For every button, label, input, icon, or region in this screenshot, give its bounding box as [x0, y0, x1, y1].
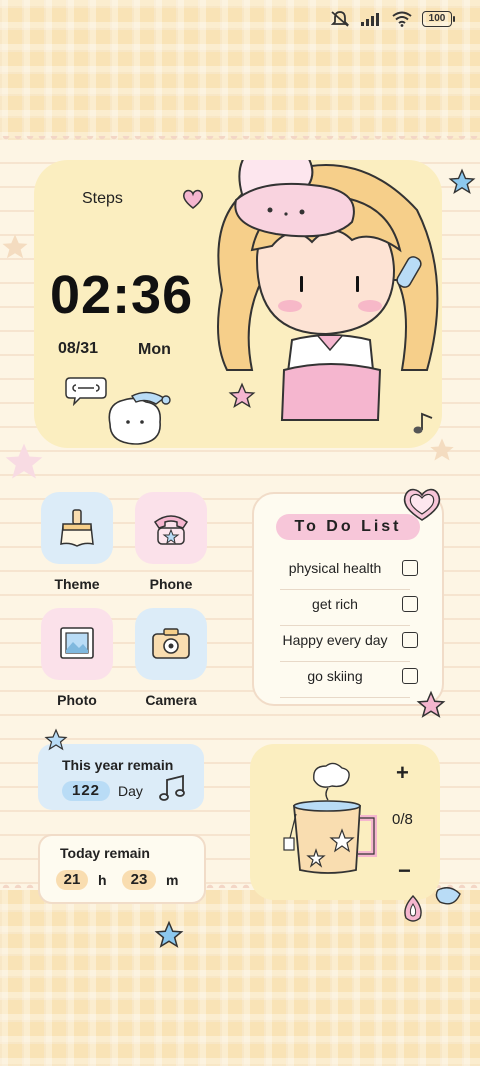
lace-border-top	[0, 136, 480, 144]
year-remain-value: 122	[62, 781, 110, 801]
steps-label: Steps	[82, 190, 123, 207]
app-camera-tile[interactable]	[135, 608, 207, 680]
year-remain-unit: Day	[118, 783, 143, 799]
faint-star-icon	[2, 234, 28, 259]
music-note-icon	[413, 412, 433, 434]
blue-star-icon	[44, 728, 68, 751]
todo-item[interactable]: Happy every day	[280, 626, 432, 662]
music-note-icon	[159, 774, 185, 801]
todo-item[interactable]: go skiing	[280, 662, 432, 698]
paintbrush-icon	[60, 509, 94, 547]
app-theme-label: Theme	[54, 576, 100, 592]
blue-hairclip-icon	[435, 887, 461, 905]
app-photo-tile[interactable]	[41, 608, 113, 680]
today-remain-minutes: 23	[122, 870, 156, 890]
app-phone-tile[interactable]	[135, 492, 207, 564]
clock-weekday: Mon	[138, 341, 171, 358]
app-photo[interactable]: Photo	[41, 608, 113, 708]
water-add-button[interactable]: +	[396, 760, 409, 786]
water-tracker-widget[interactable]: + 0/8 −	[250, 744, 440, 900]
water-subtract-button[interactable]: −	[398, 858, 411, 884]
year-remain-title: This year remain	[62, 757, 174, 773]
year-remain-widget[interactable]: This year remain 122 Day	[38, 744, 204, 810]
todo-item-text: physical health	[288, 560, 382, 576]
faint-star-icon	[5, 443, 43, 479]
water-count: 0/8	[392, 811, 413, 828]
app-photo-label: Photo	[57, 692, 97, 708]
pink-hairclip-icon	[404, 894, 422, 922]
blue-star-icon	[154, 920, 184, 948]
todo-checkbox[interactable]	[402, 596, 418, 612]
signal-icon	[361, 13, 379, 26]
app-theme[interactable]: Theme	[41, 492, 113, 592]
app-camera[interactable]: Camera	[135, 608, 207, 708]
todo-checkbox[interactable]	[402, 560, 418, 576]
pink-star-icon	[228, 382, 256, 409]
app-camera-label: Camera	[145, 692, 197, 708]
clock-date: 08/31	[58, 340, 99, 357]
todo-item-text: go skiing	[307, 668, 363, 684]
today-remain-widget[interactable]: Today remain 21 h 23 m	[38, 834, 206, 904]
pink-star-icon	[416, 690, 446, 718]
faint-star-icon	[430, 438, 454, 461]
battery-indicator: 100	[422, 11, 455, 27]
telephone-icon	[153, 515, 189, 545]
heart-frame-icon	[403, 488, 441, 521]
todo-item-text: get rich	[312, 596, 358, 612]
picture-icon	[60, 627, 94, 659]
status-bar: 100	[330, 10, 455, 28]
todo-item[interactable]: get rich	[280, 590, 432, 626]
silent-bell-icon	[330, 11, 350, 27]
clock-time: 02:36	[50, 265, 194, 325]
todo-item[interactable]: physical health	[280, 554, 432, 590]
today-remain-title: Today remain	[60, 845, 150, 861]
todo-widget[interactable]: To Do List physical health get rich Happ…	[252, 492, 444, 706]
todo-checkbox[interactable]	[402, 632, 418, 648]
todo-divider	[280, 697, 410, 698]
app-theme-tile[interactable]	[41, 492, 113, 564]
puppy-icon	[108, 391, 171, 445]
today-remain-hours-unit: h	[98, 872, 107, 888]
app-phone-label: Phone	[149, 576, 193, 592]
todo-checkbox[interactable]	[402, 668, 418, 684]
today-remain-minutes-unit: m	[166, 872, 179, 888]
wifi-icon	[392, 11, 412, 27]
today-remain-hours: 21	[56, 870, 88, 890]
mug-icon	[283, 762, 377, 874]
blue-star-icon	[448, 168, 476, 195]
todo-item-text: Happy every day	[282, 632, 388, 648]
app-phone[interactable]: Phone	[135, 492, 207, 592]
camera-icon	[152, 628, 190, 659]
